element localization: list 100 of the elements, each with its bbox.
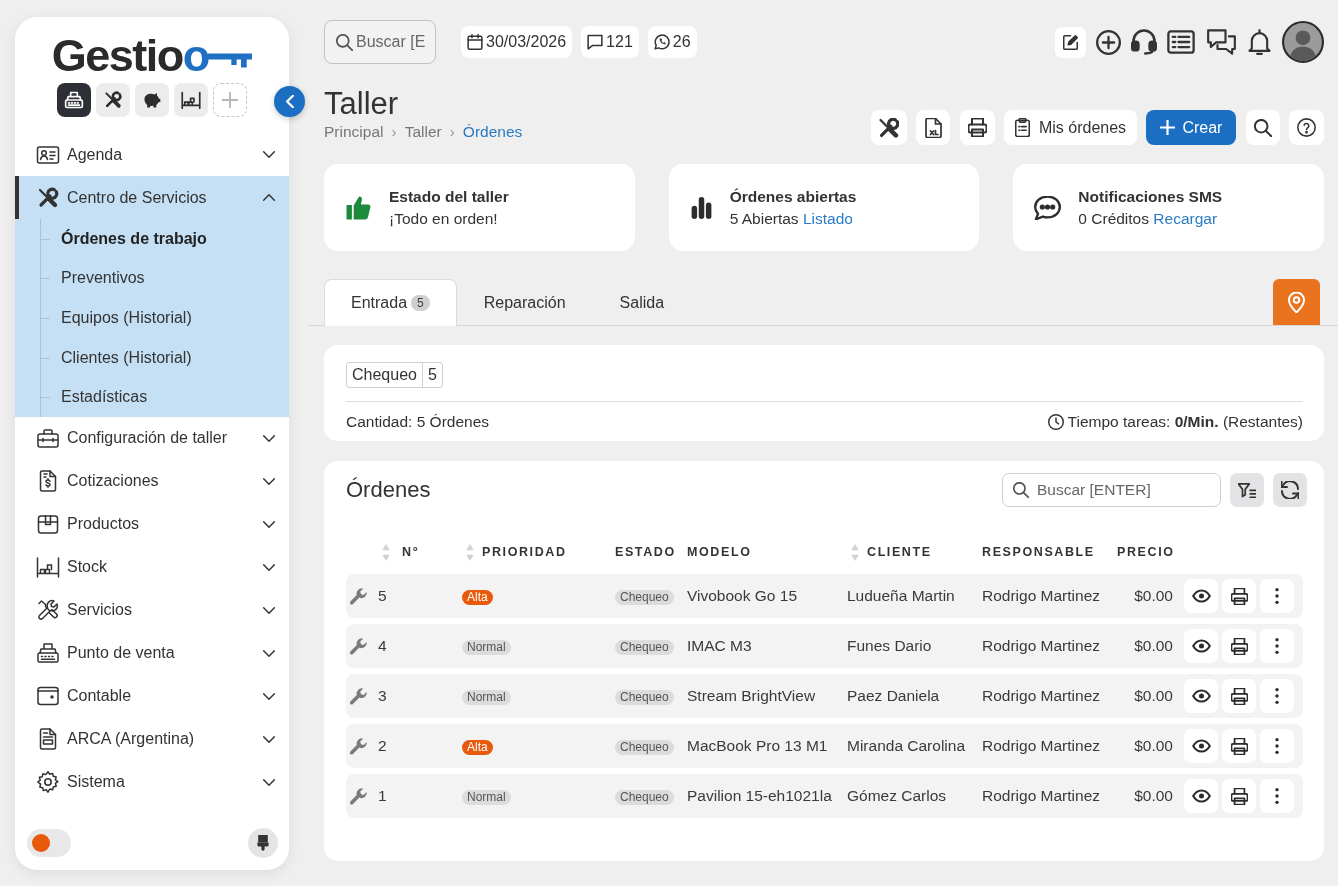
settings-icon bbox=[36, 770, 60, 795]
app-tile[interactable] bbox=[135, 83, 169, 117]
print-button[interactable] bbox=[1222, 679, 1256, 713]
headset-icon[interactable] bbox=[1131, 29, 1157, 55]
filter-icon bbox=[1238, 482, 1256, 498]
submenu-item[interactable]: Equipos (Historial) bbox=[41, 298, 289, 338]
more-button[interactable] bbox=[1260, 679, 1294, 713]
add-icon[interactable] bbox=[1096, 29, 1121, 55]
view-button[interactable] bbox=[1184, 729, 1218, 763]
menu-item[interactable]: ARCA (Argentina) bbox=[15, 717, 289, 761]
menu-item[interactable]: Productos bbox=[15, 502, 289, 546]
spreadsheet-file-icon bbox=[924, 117, 942, 138]
status-tag: Chequeo bbox=[615, 690, 674, 706]
list-icon[interactable] bbox=[1167, 30, 1195, 54]
header-indicator[interactable]: 121 bbox=[581, 26, 639, 58]
help-icon bbox=[1297, 118, 1316, 137]
view-button[interactable] bbox=[1184, 629, 1218, 663]
menu-item[interactable]: Servicios bbox=[15, 588, 289, 632]
menu-item[interactable]: Cotizaciones bbox=[15, 459, 289, 503]
app-tile[interactable] bbox=[57, 83, 91, 117]
breadcrumb-link[interactable]: Taller bbox=[404, 122, 442, 142]
chat-bubbles-icon[interactable] bbox=[1205, 29, 1238, 55]
thumbs-up-icon bbox=[345, 195, 372, 220]
help-button[interactable] bbox=[1289, 110, 1324, 145]
menu-item[interactable]: Configuración de taller bbox=[15, 416, 289, 460]
tools-icon bbox=[36, 185, 60, 210]
submenu-item[interactable]: Órdenes de trabajo bbox=[41, 219, 289, 259]
print-button[interactable] bbox=[1222, 729, 1256, 763]
view-button[interactable] bbox=[1184, 779, 1218, 813]
card-link[interactable]: Listado bbox=[802, 209, 853, 227]
print-button[interactable] bbox=[1222, 629, 1256, 663]
more-button[interactable] bbox=[1260, 579, 1294, 613]
menu-item[interactable]: Stock bbox=[15, 545, 289, 589]
printer-icon bbox=[1230, 687, 1248, 705]
tools-button[interactable] bbox=[871, 110, 908, 145]
brush-button[interactable] bbox=[248, 828, 278, 858]
logo: Gestioo bbox=[51, 34, 211, 78]
menu-item[interactable]: Centro de Servicios bbox=[15, 176, 289, 219]
notifications-icon[interactable] bbox=[1248, 29, 1271, 55]
header-indicator[interactable]: 30/03/2026 bbox=[461, 26, 573, 58]
card-link[interactable]: Recargar bbox=[1153, 209, 1218, 227]
more-button[interactable] bbox=[1260, 729, 1294, 763]
more-button[interactable] bbox=[1260, 779, 1294, 813]
tab[interactable]: Entrada 5 bbox=[324, 279, 457, 326]
menu-item[interactable]: Punto de venta bbox=[15, 631, 289, 675]
table-cell-text: Stream BrightView bbox=[686, 686, 817, 707]
bar-chart-icon bbox=[689, 196, 713, 219]
column-header: ESTADO bbox=[615, 543, 676, 561]
menu-item[interactable]: Sistema bbox=[15, 760, 289, 804]
search-field[interactable]: Buscar [ENTER] bbox=[1002, 473, 1221, 507]
breadcrumb-link[interactable]: Principal bbox=[324, 122, 384, 142]
view-button[interactable] bbox=[1184, 679, 1218, 713]
filter-button[interactable] bbox=[1230, 473, 1264, 507]
piggy-bank-icon bbox=[142, 90, 162, 110]
plus-icon bbox=[1160, 120, 1176, 135]
submenu-item[interactable]: Clientes (Historial) bbox=[41, 337, 289, 378]
wrench-icon bbox=[350, 687, 367, 705]
chevron-down-icon bbox=[263, 649, 275, 657]
search-field[interactable]: Buscar [E bbox=[324, 20, 436, 64]
print-button[interactable] bbox=[1222, 579, 1256, 613]
more-icon bbox=[1275, 638, 1279, 654]
breadcrumb-link[interactable]: Órdenes bbox=[462, 122, 523, 142]
printer-icon bbox=[1230, 587, 1248, 605]
my-orders-button[interactable]: Mis órdenes bbox=[1003, 110, 1138, 145]
theme-toggle[interactable] bbox=[27, 829, 71, 857]
print-button[interactable] bbox=[959, 110, 995, 145]
search-button[interactable] bbox=[1245, 110, 1280, 145]
tab[interactable]: Reparación bbox=[456, 279, 593, 326]
phone-bubble-icon bbox=[653, 34, 670, 50]
refresh-button[interactable] bbox=[1273, 473, 1307, 507]
collapse-button[interactable] bbox=[274, 86, 305, 117]
location-pin-icon bbox=[1288, 291, 1305, 313]
more-icon bbox=[1275, 588, 1279, 604]
wrench-icon bbox=[350, 587, 367, 605]
header-indicator[interactable]: 26 bbox=[647, 26, 697, 58]
column-header: MODELO bbox=[687, 543, 752, 561]
wrench-icon bbox=[350, 737, 367, 755]
avatar-icon[interactable] bbox=[1282, 21, 1324, 63]
submenu-item[interactable]: Preventivos bbox=[41, 258, 289, 299]
chevron-down-icon bbox=[263, 434, 275, 442]
card-text: ¡Todo en orden! bbox=[389, 208, 499, 229]
view-button[interactable] bbox=[1184, 579, 1218, 613]
orders-title: Órdenes bbox=[346, 476, 431, 504]
status-filter-chip[interactable]: Chequeo 5 bbox=[346, 362, 443, 388]
tab[interactable]: Salida bbox=[592, 279, 692, 326]
submenu-item[interactable]: Estadísticas bbox=[41, 377, 289, 417]
chevron-down-icon bbox=[263, 735, 275, 743]
more-button[interactable] bbox=[1260, 629, 1294, 663]
menu-item[interactable]: Contable bbox=[15, 674, 289, 718]
export-button[interactable] bbox=[916, 110, 951, 145]
cash-register-icon bbox=[64, 90, 84, 110]
app-tile[interactable] bbox=[174, 83, 208, 117]
location-button[interactable] bbox=[1273, 279, 1320, 325]
search-icon bbox=[336, 34, 353, 51]
key-icon bbox=[208, 52, 253, 68]
menu-item[interactable]: Agenda bbox=[15, 133, 289, 176]
app-tile[interactable] bbox=[96, 83, 130, 117]
edit-button[interactable] bbox=[1055, 26, 1086, 58]
create-button[interactable]: Crear bbox=[1146, 110, 1237, 145]
print-button[interactable] bbox=[1222, 779, 1256, 813]
